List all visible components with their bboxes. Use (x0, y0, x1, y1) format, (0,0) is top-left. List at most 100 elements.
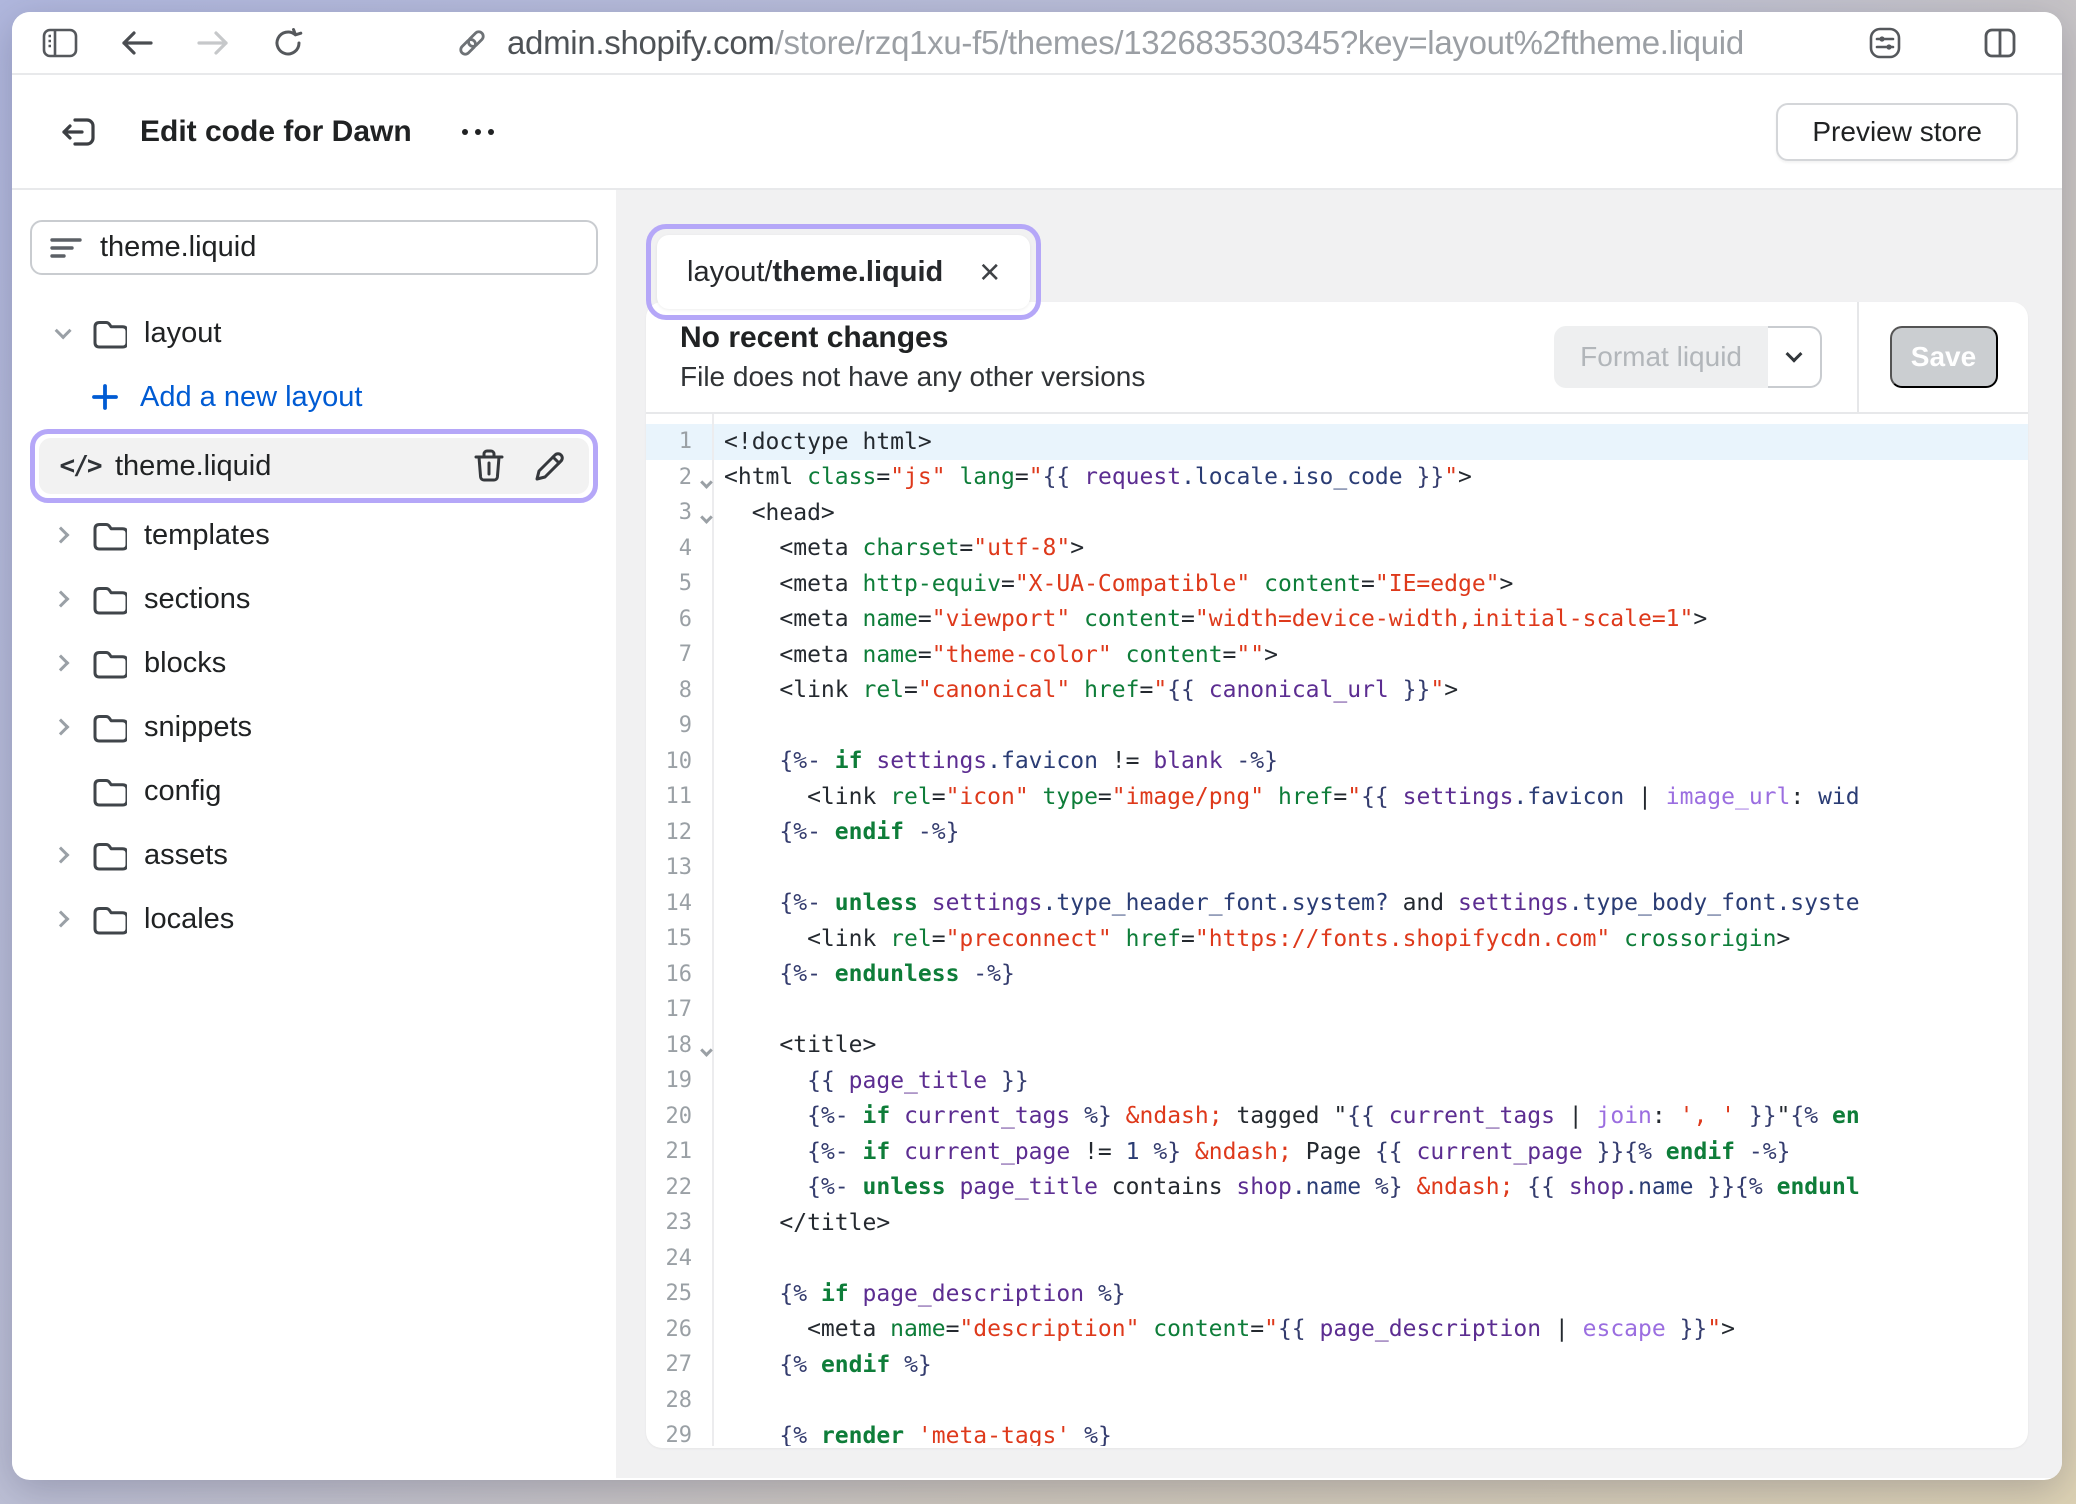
line-number: 10 (666, 749, 713, 774)
folder-icon (90, 519, 128, 551)
code-line-29[interactable]: 29 {% render 'meta-tags' %} (646, 1418, 2028, 1446)
tab-layout-theme-liquid[interactable]: layout/theme.liquid × (657, 235, 1030, 309)
close-icon[interactable]: × (979, 254, 1000, 290)
page-settings-icon[interactable] (1868, 26, 1902, 60)
code-line-23[interactable]: 23 </title> (646, 1205, 2028, 1241)
code-line-2[interactable]: 2<html class="js" lang="{{ request.local… (646, 460, 2028, 496)
code-line-8[interactable]: 8 <link rel="canonical" href="{{ canonic… (646, 673, 2028, 709)
line-number: 13 (666, 855, 713, 880)
selected-file-focus-ring: </>theme.liquid (30, 429, 598, 503)
code-line-10[interactable]: 10 {%- if settings.favicon != blank -%} (646, 744, 2028, 780)
sidebar-action-add-a-new-layout[interactable]: Add a new layout (30, 365, 598, 429)
code-line-9[interactable]: 9 (646, 708, 2028, 744)
split-view-icon[interactable] (1984, 28, 2016, 58)
sidebar-folder-config[interactable]: config (30, 759, 598, 823)
format-liquid-button[interactable]: Format liquid (1554, 326, 1768, 388)
sidebar-folder-layout[interactable]: layout (30, 301, 598, 365)
search-input[interactable] (100, 231, 578, 264)
plus-icon (86, 382, 124, 412)
line-number: 4 (679, 536, 712, 561)
folder-icon (90, 839, 128, 871)
code-line-11[interactable]: 11 <link rel="icon" type="image/png" hre… (646, 779, 2028, 815)
code-line-7[interactable]: 7 <meta name="theme-color" content=""> (646, 637, 2028, 673)
sidebar-file-theme-liquid[interactable]: </>theme.liquid (39, 438, 589, 494)
sidebar-folder-sections[interactable]: sections (30, 567, 598, 631)
line-number: 8 (679, 678, 712, 703)
chevron-down-icon[interactable] (55, 322, 72, 339)
back-icon[interactable] (120, 29, 154, 57)
code-line-18[interactable]: 18 <title> (646, 1028, 2028, 1064)
address-bar[interactable]: admin.shopify.com/store/rzq1xu-f5/themes… (455, 12, 1744, 73)
chevron-right-icon[interactable] (53, 527, 70, 544)
line-number: 6 (679, 607, 712, 632)
chevron-right-icon[interactable] (53, 655, 70, 672)
code-editor[interactable]: 1<!doctype html>2<html class="js" lang="… (646, 414, 2028, 1446)
line-number: 14 (666, 891, 713, 916)
line-number: 9 (679, 713, 712, 738)
code-line-15[interactable]: 15 <link rel="preconnect" href="https://… (646, 921, 2028, 957)
exit-icon[interactable] (56, 109, 102, 155)
code-line-20[interactable]: 20 {%- if current_tags %} &ndash; tagged… (646, 1099, 2028, 1135)
line-number: 5 (679, 571, 712, 596)
folder-icon (90, 775, 128, 807)
tree-item-label: sections (144, 583, 250, 616)
code-line-16[interactable]: 16 {%- endunless -%} (646, 957, 2028, 993)
code-line-28[interactable]: 28 (646, 1383, 2028, 1419)
code-line-5[interactable]: 5 <meta http-equiv="X-UA-Compatible" con… (646, 566, 2028, 602)
folder-icon (90, 317, 128, 349)
code-line-3[interactable]: 3 <head> (646, 495, 2028, 531)
sidebar-toggle-icon[interactable] (42, 28, 78, 58)
chevron-right-icon[interactable] (53, 719, 70, 736)
tree-item-label: locales (144, 903, 234, 936)
code-line-21[interactable]: 21 {%- if current_page != 1 %} &ndash; P… (646, 1134, 2028, 1170)
filter-icon (50, 235, 82, 261)
chevron-down-icon (1786, 346, 1803, 363)
active-tab-focus-ring: layout/theme.liquid × (646, 224, 1041, 320)
chevron-right-icon[interactable] (53, 591, 70, 608)
url-text: admin.shopify.com/store/rzq1xu-f5/themes… (507, 24, 1744, 62)
file-sidebar: layout Add a new layout </>theme.liquid tem… (12, 190, 616, 1478)
sidebar-folder-blocks[interactable]: blocks (30, 631, 598, 695)
code-line-19[interactable]: 19 {{ page_title }} (646, 1063, 2028, 1099)
tree-item-label: config (144, 775, 221, 808)
line-number: 19 (666, 1068, 713, 1093)
tree-item-label: theme.liquid (115, 450, 271, 483)
sidebar-folder-templates[interactable]: templates (30, 503, 598, 567)
line-number: 22 (666, 1175, 713, 1200)
tree-item-label: snippets (144, 711, 252, 744)
code-line-1[interactable]: 1<!doctype html> (646, 424, 2028, 460)
save-button[interactable]: Save (1890, 326, 1998, 388)
code-line-24[interactable]: 24 (646, 1241, 2028, 1277)
trash-icon[interactable] (473, 449, 505, 483)
tree-item-label: templates (144, 519, 270, 552)
sidebar-folder-snippets[interactable]: snippets (30, 695, 598, 759)
chevron-right-icon[interactable] (53, 911, 70, 928)
code-line-26[interactable]: 26 <meta name="description" content="{{ … (646, 1312, 2028, 1348)
code-line-27[interactable]: 27 {% endif %} (646, 1347, 2028, 1383)
code-line-4[interactable]: 4 <meta charset="utf-8"> (646, 531, 2028, 567)
code-line-17[interactable]: 17 (646, 992, 2028, 1028)
code-line-6[interactable]: 6 <meta name="viewport" content="width=d… (646, 602, 2028, 638)
chevron-right-icon[interactable] (53, 847, 70, 864)
format-liquid-split-button: Format liquid (1554, 326, 1822, 388)
tab-label: layout/theme.liquid (687, 256, 943, 289)
code-line-12[interactable]: 12 {%- endif -%} (646, 815, 2028, 851)
format-options-dropdown[interactable] (1768, 326, 1822, 388)
file-search-box[interactable] (30, 220, 598, 275)
more-actions-icon[interactable] (454, 121, 502, 143)
code-line-22[interactable]: 22 {%- unless page_title contains shop.n… (646, 1170, 2028, 1206)
sidebar-folder-assets[interactable]: assets (30, 823, 598, 887)
code-line-25[interactable]: 25 {% if page_description %} (646, 1276, 2028, 1312)
sidebar-folder-locales[interactable]: locales (30, 887, 598, 951)
preview-store-button[interactable]: Preview store (1776, 103, 2018, 161)
toolbar-right-icons (1868, 12, 2016, 73)
line-number: 24 (666, 1246, 713, 1271)
code-line-14[interactable]: 14 {%- unless settings.type_header_font.… (646, 886, 2028, 922)
tree-item-label: layout (144, 317, 221, 350)
code-line-13[interactable]: 13 (646, 850, 2028, 886)
status-title: No recent changes (680, 321, 1554, 355)
reload-icon[interactable] (272, 27, 304, 59)
pencil-icon[interactable] (533, 449, 567, 483)
tree-item-label: blocks (144, 647, 226, 680)
forward-icon[interactable] (196, 29, 230, 57)
